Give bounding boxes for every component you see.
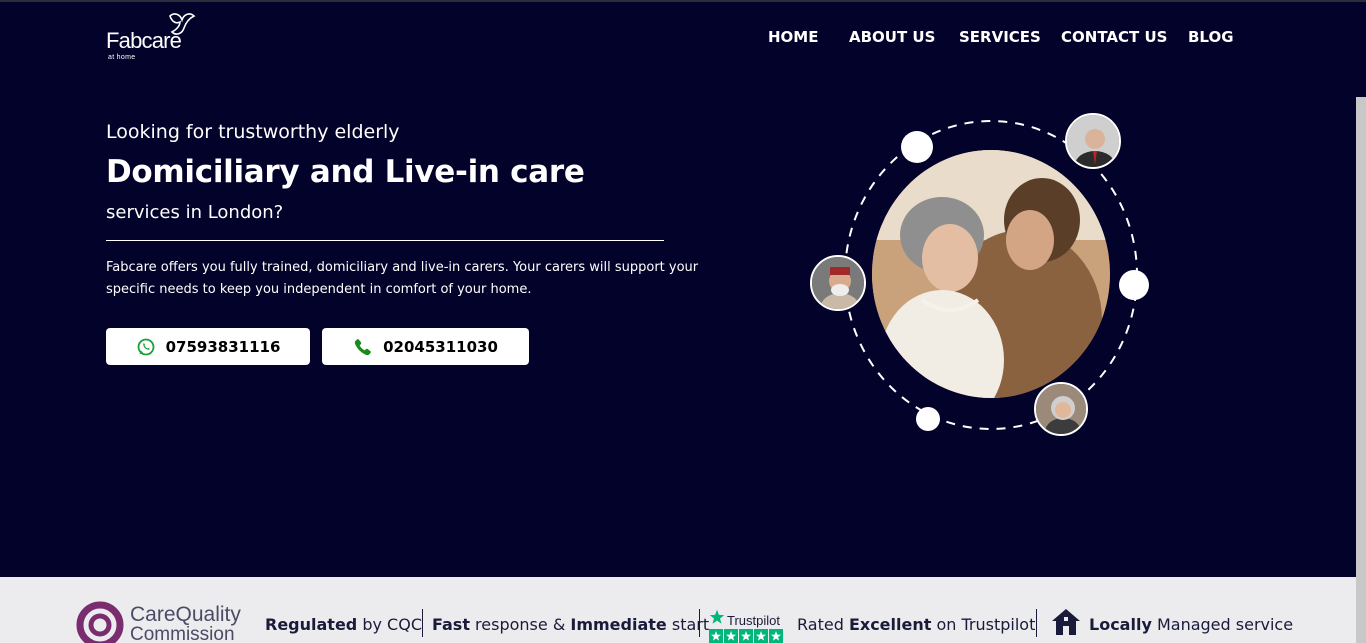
- home-icon: [1052, 609, 1080, 635]
- whatsapp-number: 07593831116: [165, 337, 281, 356]
- immediate-bold: Immediate: [570, 615, 667, 634]
- hero-headline: Domiciliary and Live-in care: [106, 154, 585, 190]
- phone-number: 02045311030: [383, 337, 498, 356]
- regulated-rest: by CQC: [357, 615, 422, 634]
- nav-home[interactable]: HOME: [768, 28, 818, 46]
- fast-mid: response &: [469, 615, 571, 634]
- hero-illustration: [800, 105, 1160, 445]
- fast-bold: Fast: [432, 615, 470, 634]
- thumb-photo-elder: [810, 255, 866, 311]
- separator: [1036, 609, 1037, 637]
- page-scrollbar[interactable]: [1356, 97, 1366, 643]
- hero-intro: Looking for trustworthy elderly: [106, 121, 400, 143]
- phone-button[interactable]: 02045311030: [322, 328, 529, 365]
- local-rest: Managed service: [1151, 615, 1294, 634]
- nav-services[interactable]: SERVICES: [959, 28, 1041, 46]
- star-icon: [709, 609, 725, 624]
- orbit-dot: [916, 407, 940, 431]
- trustpilot-label: Trustpilot: [727, 613, 780, 628]
- hero-subheadline: services in London?: [106, 202, 284, 223]
- whatsapp-icon: [137, 338, 154, 355]
- fast-response-text: Fast response & Immediate start: [432, 615, 709, 634]
- orbit-dot: [1119, 270, 1149, 300]
- thumb-photo-lady: [1034, 382, 1088, 436]
- nav-contact-us[interactable]: CONTACT US: [1061, 28, 1167, 46]
- divider: [106, 240, 664, 241]
- local-bold: Locally: [1089, 615, 1152, 634]
- phone-icon: [354, 338, 371, 355]
- carers-photo-image: [872, 150, 1110, 398]
- nav-about-us[interactable]: ABOUT US: [849, 28, 935, 46]
- thumb-photo-man: [1065, 113, 1121, 169]
- logo-tagline: at home: [108, 54, 136, 61]
- locally-managed-text: Locally Managed service: [1089, 615, 1293, 634]
- separator: [699, 609, 700, 637]
- orbit-dot: [901, 131, 933, 163]
- trust-bar: CareQuality Commission Regulated by CQC …: [0, 577, 1356, 643]
- bird-icon: [169, 13, 196, 35]
- hero-description: Fabcare offers you fully trained, domici…: [106, 260, 699, 297]
- cqc-name-line2: Commission: [130, 624, 235, 643]
- rated-bold: Excellent: [848, 615, 932, 634]
- separator: [422, 609, 423, 637]
- rated-post: on Trustpilot: [931, 615, 1036, 634]
- fast-rest: start: [666, 615, 710, 634]
- top-border: [0, 0, 1366, 2]
- cqc-logo-icon: [76, 601, 124, 643]
- rating-stars-icon: [709, 629, 783, 643]
- logo[interactable]: Fabcare at home: [106, 10, 198, 66]
- regulated-bold: Regulated: [265, 615, 358, 634]
- nav-blog[interactable]: BLOG: [1188, 28, 1234, 46]
- whatsapp-button[interactable]: 07593831116: [106, 328, 310, 365]
- rated-pre: Rated: [797, 615, 849, 634]
- rated-text: Rated Excellent on Trustpilot: [797, 615, 1035, 634]
- main-photo: [872, 150, 1110, 398]
- regulated-text: Regulated by CQC: [265, 615, 422, 634]
